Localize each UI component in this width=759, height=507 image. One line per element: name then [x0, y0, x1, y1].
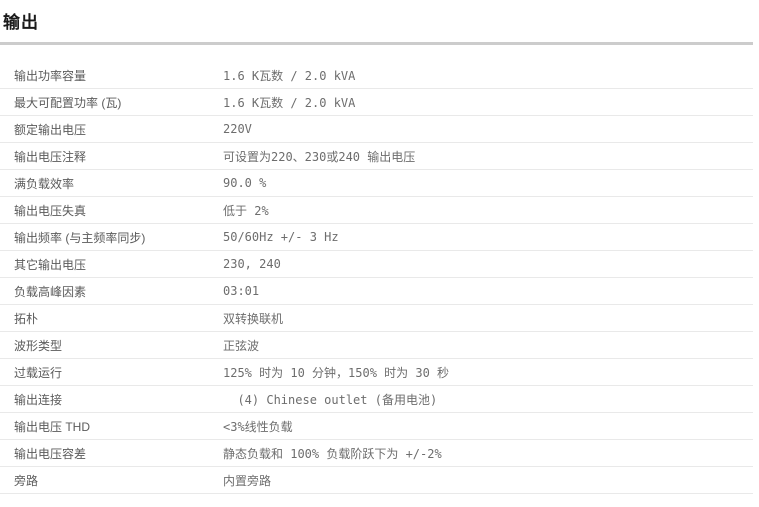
spec-value: <3%线性负载	[223, 418, 753, 435]
spec-row: 过载运行 125% 时为 10 分钟，150% 时为 30 秒	[0, 359, 753, 386]
spec-label: 波形类型	[0, 337, 223, 354]
spec-value: 1.6 K瓦数 / 2.0 kVA	[223, 94, 753, 111]
spec-label: 最大可配置功率 (瓦)	[0, 94, 223, 111]
spec-row: 负载高峰因素 03:01	[0, 278, 753, 305]
spec-label: 输出电压 THD	[0, 418, 223, 435]
spec-row: 输出电压失真 低于 2%	[0, 197, 753, 224]
spec-value: 220V	[223, 122, 753, 136]
spec-value: 90.0 %	[223, 176, 753, 190]
spec-label: 过载运行	[0, 364, 223, 381]
spec-label: 负载高峰因素	[0, 283, 223, 300]
spec-value: (4) Chinese outlet (备用电池)	[223, 391, 753, 408]
spec-value: 230, 240	[223, 257, 753, 271]
spec-label: 输出频率 (与主频率同步)	[0, 229, 223, 246]
spec-row: 输出电压注释 可设置为220、230或240 输出电压	[0, 143, 753, 170]
spec-row: 最大可配置功率 (瓦) 1.6 K瓦数 / 2.0 kVA	[0, 89, 753, 116]
spec-row: 旁路 内置旁路	[0, 467, 753, 494]
title-divider	[0, 42, 753, 45]
spec-label: 旁路	[0, 472, 223, 489]
spec-row: 满负载效率 90.0 %	[0, 170, 753, 197]
spec-label: 输出功率容量	[0, 67, 223, 84]
spec-label: 输出连接	[0, 391, 223, 408]
spec-value: 静态负载和 100% 负载阶跃下为 +/-2%	[223, 445, 753, 462]
spec-row: 拓朴 双转换联机	[0, 305, 753, 332]
spec-label: 其它输出电压	[0, 256, 223, 273]
spec-label: 拓朴	[0, 310, 223, 327]
output-spec-page: 输出 输出功率容量 1.6 K瓦数 / 2.0 kVA 最大可配置功率 (瓦) …	[0, 0, 759, 507]
spec-value: 50/60Hz +/- 3 Hz	[223, 230, 753, 244]
spec-label: 额定输出电压	[0, 121, 223, 138]
spec-table: 输出功率容量 1.6 K瓦数 / 2.0 kVA 最大可配置功率 (瓦) 1.6…	[0, 62, 753, 494]
spec-value: 内置旁路	[223, 472, 753, 489]
spec-row: 输出连接 (4) Chinese outlet (备用电池)	[0, 386, 753, 413]
spec-label: 输出电压容差	[0, 445, 223, 462]
spec-row: 波形类型 正弦波	[0, 332, 753, 359]
spec-label: 输出电压注释	[0, 148, 223, 165]
spec-label: 输出电压失真	[0, 202, 223, 219]
spec-row: 输出功率容量 1.6 K瓦数 / 2.0 kVA	[0, 62, 753, 89]
spec-value: 125% 时为 10 分钟，150% 时为 30 秒	[223, 364, 753, 381]
spec-row: 输出频率 (与主频率同步) 50/60Hz +/- 3 Hz	[0, 224, 753, 251]
spec-label: 满负载效率	[0, 175, 223, 192]
spec-row: 其它输出电压 230, 240	[0, 251, 753, 278]
spec-row: 输出电压 THD <3%线性负载	[0, 413, 753, 440]
spec-value: 正弦波	[223, 337, 753, 354]
spec-row: 输出电压容差 静态负载和 100% 负载阶跃下为 +/-2%	[0, 440, 753, 467]
spec-row: 额定输出电压 220V	[0, 116, 753, 143]
spec-value: 03:01	[223, 284, 753, 298]
spec-value: 1.6 K瓦数 / 2.0 kVA	[223, 67, 753, 84]
spec-value: 低于 2%	[223, 202, 753, 219]
spec-value: 双转换联机	[223, 310, 753, 327]
spec-value: 可设置为220、230或240 输出电压	[223, 148, 753, 165]
section-title: 输出	[3, 12, 759, 34]
